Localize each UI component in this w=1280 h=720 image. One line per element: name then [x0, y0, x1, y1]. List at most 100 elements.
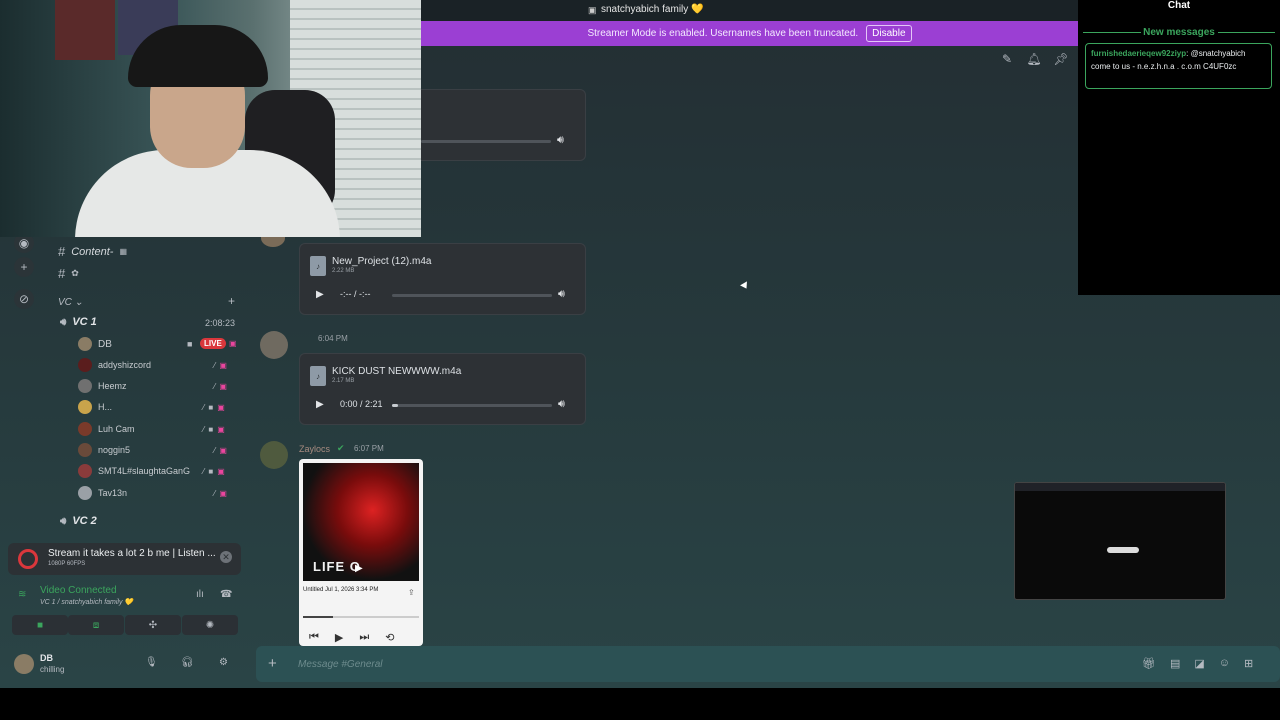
threads-icon[interactable]: ✎	[1000, 52, 1014, 66]
server-title: ▣ snatchyabich family 💛	[588, 4, 704, 15]
webcam-overlay	[0, 0, 421, 237]
member-status-icons: ⁄ ▣	[214, 489, 227, 498]
voice-status[interactable]: Video Connected	[40, 585, 117, 596]
play-icon[interactable]: ▶	[355, 563, 363, 574]
voice-member[interactable]: noggin5	[78, 441, 130, 459]
category-label: VC	[58, 297, 72, 308]
emoji-icon[interactable]: ☺	[1219, 657, 1230, 670]
screen-share-button[interactable]: ⧈	[68, 615, 124, 635]
voice-member[interactable]: addyshizcord	[78, 356, 151, 374]
voice-location: VC 1 / snatchyabich family 💛	[40, 599, 134, 606]
screen-share-preview[interactable]	[1014, 482, 1226, 600]
file-name[interactable]: KICK DUST NEWWWW.m4a	[332, 366, 461, 377]
stream-quality: 1080P 60FPS	[48, 561, 86, 567]
voice-member[interactable]: H...	[78, 398, 112, 416]
voice-channel-vc2[interactable]: 🔊︎ VC 2	[60, 515, 97, 527]
headset-icon: ▣	[219, 361, 227, 370]
message-timestamp: 6:07 PM	[354, 444, 384, 453]
volume-icon[interactable]: 🔊︎	[558, 288, 565, 301]
avatar[interactable]	[260, 441, 288, 469]
microphone-icon[interactable]: 🎙︎	[145, 657, 158, 668]
share-icon[interactable]: ⇪	[408, 588, 415, 597]
gift-icon[interactable]: 🎁︎	[1142, 657, 1156, 670]
video-icon: ■	[208, 403, 214, 412]
mute-icon: ⁄	[203, 425, 205, 434]
add-attachment-icon[interactable]: +	[268, 655, 277, 672]
play-icon[interactable]: ▶	[335, 631, 343, 644]
user-name[interactable]: DB	[40, 653, 53, 663]
avatar[interactable]	[260, 331, 288, 359]
mute-icon: ⁄	[203, 467, 205, 476]
member-name: SMT4L#slaughtaGanG	[98, 466, 191, 476]
member-status-icons: ⁄ ■ ▣	[203, 403, 225, 412]
disable-streamer-mode-button[interactable]: Disable	[866, 25, 912, 42]
composer-tools: 🎁︎ ▤ ◪ ☺ ⊞	[1142, 657, 1253, 670]
hash-icon: #	[58, 244, 66, 259]
soundboard-button[interactable]: ✺	[182, 615, 238, 635]
member-name: Luh Cam	[98, 424, 135, 434]
avatar[interactable]	[14, 654, 34, 674]
audio-file-icon: ♪	[310, 256, 326, 276]
voice-member[interactable]: SMT4L#slaughtaGanG	[78, 462, 190, 480]
pin-icon[interactable]: 📌︎	[1053, 52, 1068, 66]
voice-member[interactable]: Tav13n	[78, 484, 127, 502]
file-name[interactable]: New_Project (12).m4a	[332, 256, 431, 267]
audio-progress-bar[interactable]	[392, 404, 552, 407]
audio-progress-bar[interactable]	[421, 140, 551, 143]
channel-content[interactable]: # Content- ▦	[58, 244, 127, 259]
voice-channel-vc1[interactable]: 🔊︎ VC 1	[60, 316, 97, 328]
close-icon[interactable]: ✕	[220, 551, 232, 563]
message-input[interactable]	[298, 656, 998, 672]
add-server-icon[interactable]: +	[14, 257, 34, 277]
gif-icon[interactable]: ▤	[1170, 657, 1180, 670]
headphones-icon[interactable]: 🎧︎	[181, 657, 194, 668]
audio-progress-bar[interactable]	[392, 294, 552, 297]
voice-member[interactable]: DB	[78, 335, 112, 353]
previous-icon[interactable]: ⏮	[309, 631, 319, 644]
noise-suppression-icon[interactable]: ılı	[196, 589, 204, 600]
video-embed[interactable]: LIFE O ▶ Untitled Jul 1, 2026 3:34 PM ⇪ …	[299, 459, 423, 646]
avatar	[78, 486, 92, 500]
signal-icon[interactable]: ≋	[18, 589, 26, 600]
chat-title: Chat	[1167, 0, 1191, 11]
volume-icon[interactable]: 🔊︎	[557, 134, 564, 147]
activities-button[interactable]: ✣	[125, 615, 181, 635]
message-author[interactable]: Zaylocs	[299, 444, 330, 454]
repeat-icon[interactable]: ⟲	[385, 631, 394, 644]
voice-member[interactable]: Heemz	[78, 377, 127, 395]
headset-icon: ▣	[229, 339, 237, 348]
play-icon[interactable]: ▶	[316, 289, 324, 300]
member-name: Tav13n	[98, 488, 128, 498]
stream-card[interactable]: Stream it takes a lot 2 b me | Listen ..…	[8, 543, 241, 575]
bell-icon[interactable]: 🔔︎	[1026, 52, 1041, 66]
streamer-mode-banner: Streamer Mode is enabled. Usernames have…	[421, 21, 1078, 46]
next-icon[interactable]: ⏭	[359, 631, 369, 644]
sticker-icon[interactable]: ◪	[1194, 657, 1204, 670]
play-icon[interactable]: ▶	[316, 399, 324, 410]
apps-icon[interactable]: ⊞	[1244, 657, 1253, 670]
activities-icon: ✣	[148, 619, 158, 631]
streamer-mode-text: Streamer Mode is enabled. Usernames have…	[587, 28, 859, 39]
message-composer: + 🎁︎ ▤ ◪ ☺ ⊞	[256, 646, 1280, 682]
volume-icon[interactable]: 🔊︎	[558, 398, 565, 411]
voice-member[interactable]: Luh Cam	[78, 420, 135, 438]
member-status-icons: ⁄ ▣	[214, 446, 227, 455]
explore-icon[interactable]: ⊘	[14, 289, 34, 309]
add-channel-icon[interactable]: +	[228, 294, 235, 308]
voice-category[interactable]: VC ⌄	[58, 297, 83, 308]
channel-unnamed[interactable]: # ✿	[58, 266, 79, 281]
live-badge[interactable]: LIVE	[200, 338, 226, 349]
camera-button[interactable]: ■	[12, 615, 68, 635]
mute-icon: ⁄	[203, 403, 205, 412]
disconnect-icon[interactable]: ☎	[220, 589, 232, 600]
gear-icon[interactable]: ⚙	[219, 657, 228, 668]
user-status: chilling	[40, 665, 65, 674]
soundboard-icon: ✺	[205, 619, 215, 631]
preview-toolbar	[1015, 483, 1225, 491]
headset-icon: ▣	[219, 489, 227, 498]
headset-icon: ▣	[219, 382, 227, 391]
video-scrubber[interactable]	[303, 616, 419, 618]
speaker-icon: 🔊︎	[60, 515, 67, 527]
voice-channel-name: VC 2	[72, 515, 97, 527]
verified-icon: ✔	[337, 443, 345, 453]
